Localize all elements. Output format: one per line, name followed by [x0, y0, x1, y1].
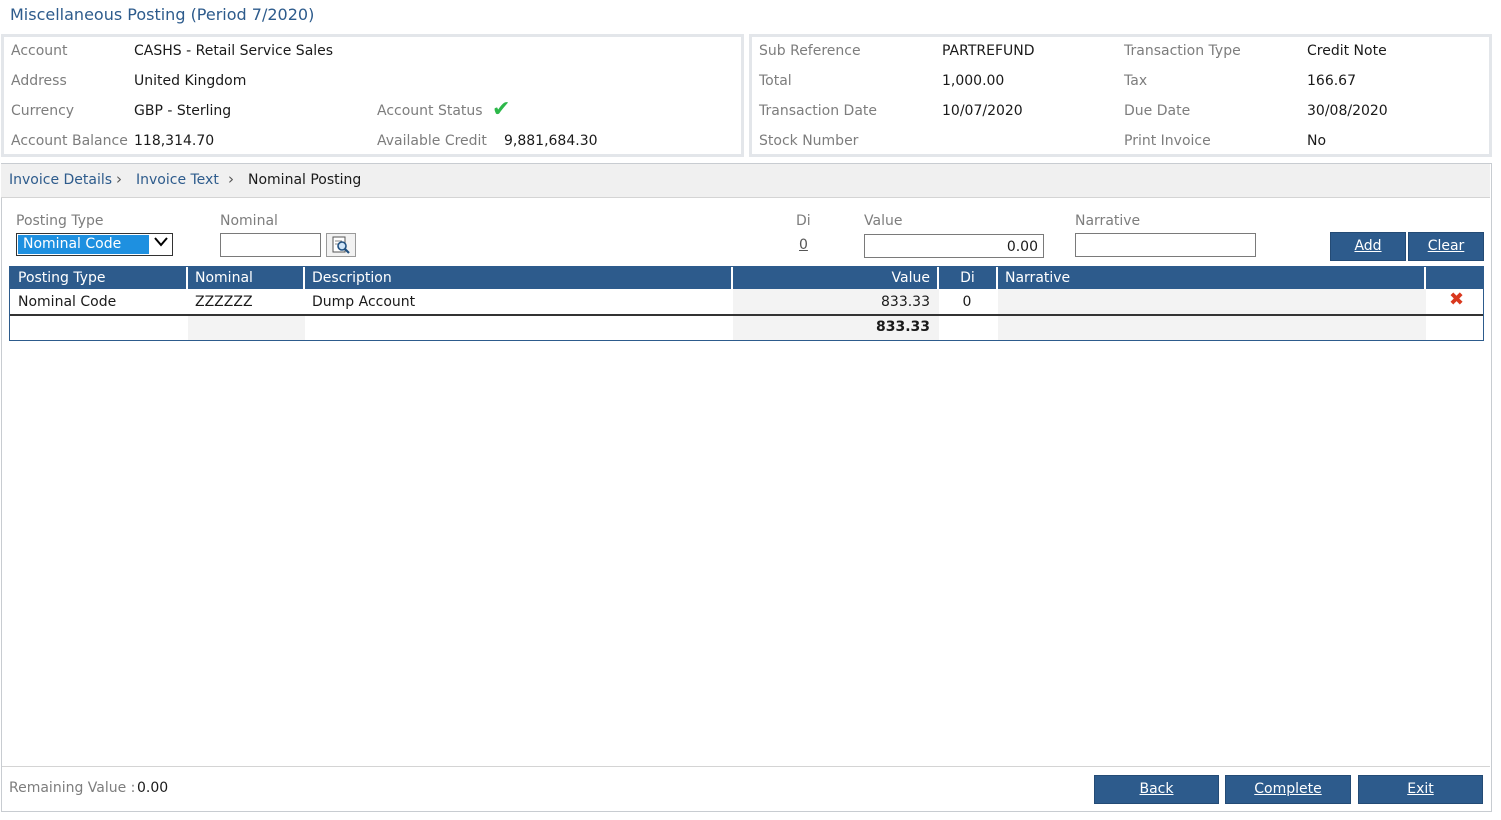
main-content-frame	[1, 163, 1492, 812]
breadcrumb-invoice-details[interactable]: Invoice Details	[9, 172, 112, 188]
total-label: Total	[759, 73, 792, 89]
column-header-nominal[interactable]: Nominal	[188, 267, 305, 289]
column-header-actions	[1426, 267, 1483, 289]
total-narrative-shade	[998, 316, 1426, 340]
cell-di: 0	[962, 294, 972, 310]
search-icon	[332, 236, 350, 254]
remaining-value-label: Remaining Value :	[9, 780, 136, 796]
check-icon: ✔	[492, 97, 511, 122]
cell-posting-type: Nominal Code	[18, 294, 117, 310]
transaction-summary-panel: Sub Reference PARTREFUND Transaction Typ…	[749, 34, 1492, 157]
footer-divider	[2, 766, 1490, 767]
complete-button[interactable]: Complete	[1225, 775, 1351, 804]
back-button[interactable]: Back	[1094, 775, 1219, 804]
currency-value: GBP - Sterling	[134, 103, 232, 119]
cell-value: 833.33	[881, 294, 930, 310]
account-balance-label: Account Balance	[11, 133, 128, 149]
nominal-input[interactable]	[220, 233, 321, 257]
breadcrumb-invoice-text[interactable]: Invoice Text	[136, 172, 219, 188]
sub-reference-label: Sub Reference	[759, 43, 861, 59]
stock-number-label: Stock Number	[759, 133, 859, 149]
available-credit-label: Available Credit	[377, 133, 487, 149]
value-input-value: 0.00	[1006, 239, 1038, 255]
chevron-right-icon: ›	[228, 170, 234, 188]
tax-label: Tax	[1124, 73, 1148, 89]
column-header-posting-type[interactable]: Posting Type	[10, 267, 188, 289]
delete-row-icon[interactable]: ✖	[1449, 289, 1464, 310]
print-invoice-value: No	[1307, 133, 1327, 149]
available-credit-value: 9,881,684.30	[504, 133, 598, 149]
di-label: Di	[796, 213, 811, 229]
add-button[interactable]: Add	[1330, 232, 1406, 261]
narrative-label: Narrative	[1075, 213, 1141, 229]
currency-label: Currency	[11, 103, 75, 119]
sub-reference-value: PARTREFUND	[942, 43, 1035, 59]
page-title: Miscellaneous Posting (Period 7/2020)	[10, 5, 315, 24]
account-status-label: Account Status	[377, 103, 483, 119]
column-header-description[interactable]: Description	[305, 267, 733, 289]
total-nominal-shade	[188, 316, 305, 340]
address-value: United Kingdom	[134, 73, 247, 89]
nominal-label: Nominal	[220, 213, 278, 229]
value-input[interactable]: 0.00	[864, 234, 1044, 258]
due-date-value: 30/08/2020	[1307, 103, 1388, 119]
transaction-type-label: Transaction Type	[1124, 43, 1241, 59]
account-summary-panel: Account CASHS - Retail Service Sales Add…	[1, 34, 744, 157]
account-balance-value: 118,314.70	[134, 133, 215, 149]
address-label: Address	[11, 73, 67, 89]
posting-type-selected-value: Nominal Code	[18, 235, 149, 254]
cell-description: Dump Account	[312, 294, 416, 310]
breadcrumb-current: Nominal Posting	[248, 172, 362, 188]
narrative-column-shade	[998, 289, 1426, 314]
tax-value: 166.67	[1307, 73, 1356, 89]
account-label: Account	[11, 43, 68, 59]
account-value: CASHS - Retail Service Sales	[134, 43, 334, 59]
chevron-right-icon: ›	[116, 170, 122, 188]
grid-total-value: 833.33	[875, 319, 930, 335]
cell-nominal: ZZZZZZ	[195, 294, 253, 310]
di-toggle-link[interactable]: 0	[799, 237, 808, 253]
total-value: 1,000.00	[942, 73, 1005, 89]
clear-button[interactable]: Clear	[1408, 232, 1484, 261]
column-header-value[interactable]: Value	[733, 267, 939, 289]
nominal-lookup-button[interactable]	[326, 233, 356, 257]
narrative-input[interactable]	[1075, 233, 1256, 257]
transaction-date-label: Transaction Date	[759, 103, 878, 119]
due-date-label: Due Date	[1124, 103, 1191, 119]
breadcrumb: Invoice Details › Invoice Text › Nominal…	[1, 164, 1490, 198]
exit-button[interactable]: Exit	[1358, 775, 1483, 804]
transaction-date-value: 10/07/2020	[942, 103, 1023, 119]
value-label: Value	[864, 213, 903, 229]
column-header-narrative[interactable]: Narrative	[998, 267, 1426, 289]
column-header-di[interactable]: Di	[939, 267, 998, 289]
postings-grid: Posting Type Nominal Description Value D…	[9, 266, 1484, 341]
posting-type-select[interactable]: Nominal Code	[16, 233, 173, 256]
transaction-type-value: Credit Note	[1307, 43, 1387, 59]
posting-type-label: Posting Type	[16, 213, 104, 229]
chevron-down-icon[interactable]	[151, 235, 171, 254]
remaining-value: 0.00	[137, 780, 169, 796]
print-invoice-label: Print Invoice	[1124, 133, 1211, 149]
